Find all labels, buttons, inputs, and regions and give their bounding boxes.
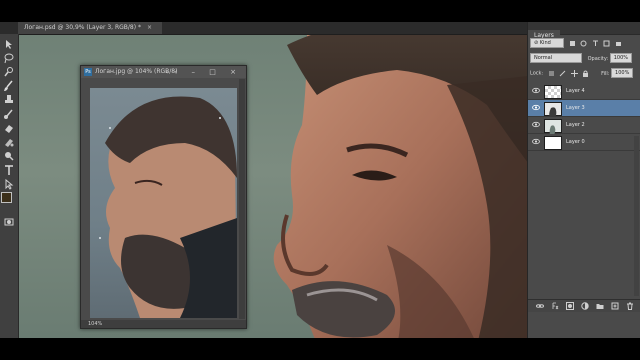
painted-portrait — [273, 35, 527, 338]
opacity-input[interactable]: 100% — [609, 53, 633, 63]
lock-transparent-icon[interactable] — [548, 70, 555, 77]
filter-smart-object-icon[interactable] — [615, 40, 622, 47]
move-tool-icon[interactable] — [3, 38, 15, 50]
layer-thumbnail — [544, 102, 562, 118]
reference-status-bar: 104% — [81, 320, 246, 328]
quick-select-tool-icon[interactable] — [3, 66, 15, 78]
opacity-label: Opacity: — [587, 55, 609, 62]
reference-image-window[interactable]: Ps Логан.jpg @ 104% (RGB/8) ‹‹ – □ × 104% — [80, 65, 247, 329]
document-tab-label: Логан.psd @ 30,9% (Layer 3, RGB/8) * — [24, 24, 141, 31]
layer-thumbnail — [544, 136, 562, 150]
lock-position-icon[interactable] — [570, 69, 578, 77]
visibility-eye-icon[interactable] — [532, 121, 540, 128]
visibility-eye-icon[interactable] — [532, 138, 540, 145]
layer-mask-icon[interactable] — [566, 302, 574, 310]
type-tool-icon[interactable] — [3, 164, 15, 176]
lock-pixels-icon[interactable] — [559, 70, 566, 77]
letterbox-bottom — [0, 338, 640, 360]
photoshop-window: Логан.psd @ 30,9% (Layer 3, RGB/8) * × P… — [0, 22, 640, 338]
layer-name[interactable]: Layer 4 — [566, 83, 585, 99]
fill-label: Fill: — [601, 70, 610, 77]
lock-fill-row: Lock: Fill: 100% — [530, 68, 634, 78]
filter-kind-select[interactable]: ⊘ Kind — [530, 38, 564, 48]
layer-row[interactable]: Layer 2 — [528, 117, 640, 135]
reference-photo — [90, 88, 237, 318]
reference-window-titlebar[interactable]: Ps Логан.jpg @ 104% (RGB/8) ‹‹ – □ × — [81, 66, 246, 78]
layer-name[interactable]: Layer 0 — [566, 134, 585, 150]
panel-tab-bar: Layers — [528, 22, 640, 42]
photoshop-file-icon: Ps — [84, 68, 92, 76]
layer-name[interactable]: Layer 3 — [566, 100, 585, 116]
layer-row[interactable]: Layer 4 — [528, 83, 640, 100]
blend-opacity-row: Normal Opacity: 100% — [530, 53, 633, 63]
lock-label: Lock: — [530, 70, 544, 77]
fill-input[interactable]: 100% — [611, 68, 634, 78]
layer-filter-row: ⊘ Kind — [530, 38, 622, 48]
blend-mode-select[interactable]: Normal — [530, 53, 582, 63]
visibility-eye-icon[interactable] — [532, 87, 540, 94]
layers-panel: Layers ⊘ Kind Normal Opacity: 100% Lock:… — [527, 22, 640, 338]
tab-close-icon[interactable]: × — [147, 24, 152, 31]
gradient-tool-icon[interactable] — [3, 136, 15, 148]
adjustment-layer-icon[interactable] — [581, 302, 589, 310]
layer-row-selected[interactable]: Layer 3 — [528, 100, 640, 118]
quick-mask-icon[interactable] — [3, 216, 15, 228]
fx-icon[interactable] — [551, 302, 559, 310]
filter-adjustment-icon[interactable] — [580, 40, 587, 47]
visibility-eye-icon[interactable] — [532, 104, 540, 111]
window-controls[interactable]: ‹‹ – □ × — [166, 66, 242, 78]
foreground-color-swatch[interactable] — [1, 192, 12, 203]
document-tab[interactable]: Логан.psd @ 30,9% (Layer 3, RGB/8) * × — [18, 22, 163, 34]
reference-window-scrollbar[interactable] — [239, 79, 245, 319]
new-group-icon[interactable] — [596, 302, 604, 310]
eraser-tool-icon[interactable] — [3, 122, 15, 134]
layer-thumbnail — [544, 85, 562, 99]
dodge-tool-icon[interactable] — [3, 150, 15, 162]
lasso-tool-icon[interactable] — [3, 52, 15, 64]
path-select-tool-icon[interactable] — [3, 178, 15, 190]
layer-row[interactable]: Layer 0 — [528, 134, 640, 151]
lock-all-icon[interactable] — [582, 70, 589, 77]
layer-name[interactable]: Layer 2 — [566, 117, 585, 133]
clone-tool-icon[interactable] — [3, 94, 15, 106]
brush-tool-icon[interactable] — [3, 80, 15, 92]
trash-icon[interactable] — [626, 302, 634, 310]
document-tab-bar: Логан.psd @ 30,9% (Layer 3, RGB/8) * × — [0, 22, 527, 35]
filter-shape-icon[interactable] — [603, 40, 610, 47]
letterbox-top — [0, 0, 640, 22]
layers-scrollbar[interactable] — [634, 136, 639, 296]
layer-thumbnail — [544, 119, 562, 135]
layers-panel-footer — [528, 299, 640, 312]
filter-type-icon[interactable] — [592, 40, 599, 47]
link-layers-icon[interactable] — [536, 302, 544, 310]
tools-panel — [0, 34, 19, 338]
history-brush-tool-icon[interactable] — [3, 108, 15, 120]
reference-zoom-level: 104% — [88, 321, 103, 327]
filter-pixel-icon[interactable] — [569, 40, 576, 47]
new-layer-icon[interactable] — [611, 302, 619, 310]
